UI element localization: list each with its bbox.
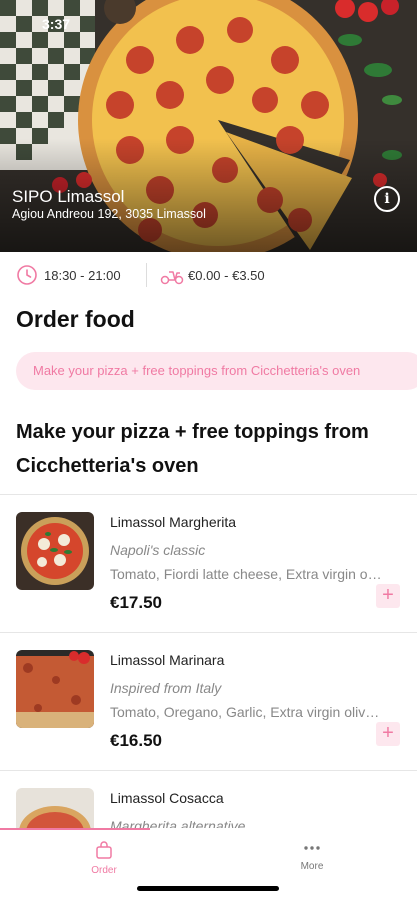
store-address: Agiou Andreou 192, 3035 Limassol — [12, 207, 206, 221]
more-dots-icon — [304, 846, 320, 850]
item-price: €17.50 — [110, 593, 162, 612]
home-indicator — [137, 886, 279, 891]
item-name: Limassol Margherita — [110, 514, 237, 530]
add-to-cart-button[interactable]: + — [376, 584, 400, 608]
item-subtitle: Margherita alternative — [110, 818, 246, 828]
item-subtitle: Napoli's classic — [110, 542, 206, 558]
store-name: SIPO Limassol — [12, 187, 125, 206]
item-photo — [16, 650, 94, 728]
menu-item-limassol-marinara[interactable]: Limassol Marinara Inspired from Italy To… — [0, 632, 417, 770]
tab-order[interactable]: Order — [64, 840, 144, 876]
tab-order-label: Order — [91, 865, 117, 876]
item-photo — [16, 788, 94, 828]
item-photo — [16, 512, 94, 590]
menu-item-limassol-margherita[interactable]: Limassol Margherita Napoli's classic Tom… — [0, 494, 417, 632]
category-chip[interactable]: Make your pizza + free toppings from Cic… — [16, 352, 417, 390]
page-title: Order food — [16, 306, 135, 332]
item-subtitle: Inspired from Italy — [110, 680, 222, 696]
delivery-fee: €0.00 - €3.50 — [188, 268, 265, 283]
item-description: Tomato, Fiordi latte cheese, Extra virgi… — [110, 566, 382, 582]
shopping-bag-icon — [96, 841, 112, 859]
item-name: Limassol Marinara — [110, 652, 225, 668]
meta-divider — [146, 263, 147, 287]
scooter-icon — [160, 271, 184, 285]
active-tab-indicator — [0, 828, 150, 830]
menu-item-limassol-cosacca[interactable]: Limassol Cosacca Margherita alternative — [0, 770, 417, 828]
status-bar-time: 3:37 — [42, 16, 71, 32]
tab-more[interactable]: More — [272, 840, 352, 872]
store-meta-row: 18:30 - 21:00 €0.00 - €3.50 — [0, 252, 417, 298]
info-icon[interactable]: i — [374, 186, 400, 212]
add-to-cart-button[interactable]: + — [376, 722, 400, 746]
clock-icon — [17, 265, 37, 285]
item-price: €16.50 — [110, 731, 162, 750]
item-description: Tomato, Oregano, Garlic, Extra virgin ol… — [110, 704, 382, 720]
opening-hours: 18:30 - 21:00 — [44, 268, 121, 283]
tab-more-label: More — [300, 861, 324, 872]
category-section-title: Make your pizza + free toppings from Cic… — [16, 421, 369, 477]
item-name: Limassol Cosacca — [110, 790, 224, 806]
store-hero-image: 3:37 SIPO Limassol Agiou Andreou 192, 30… — [0, 0, 417, 252]
